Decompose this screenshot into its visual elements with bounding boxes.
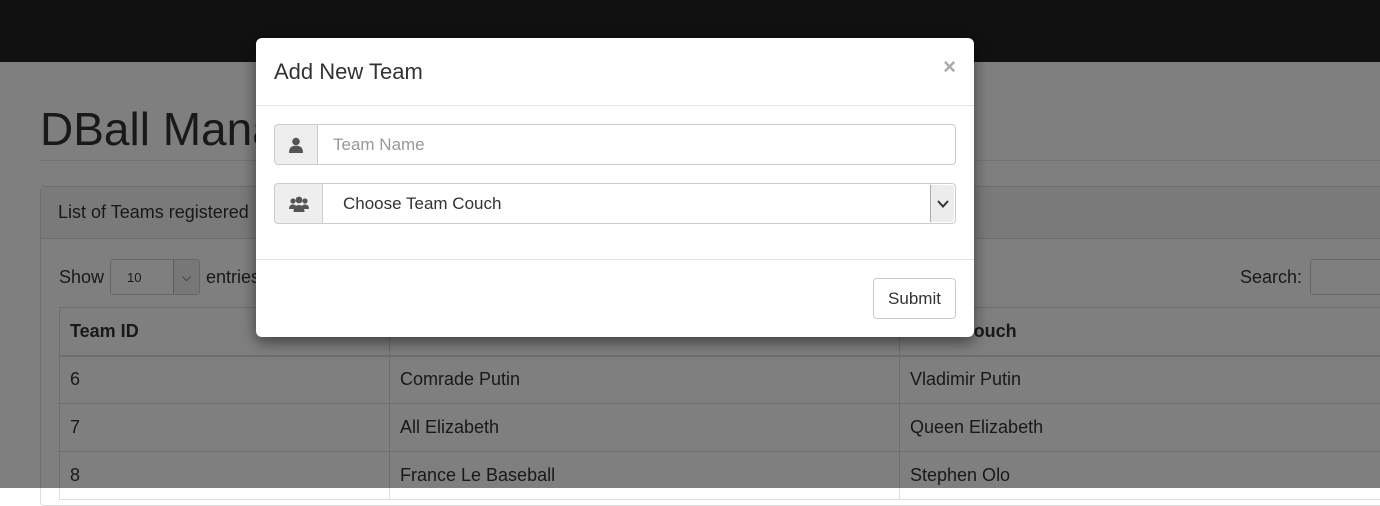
close-button[interactable]: ×	[943, 54, 956, 80]
users-icon	[274, 183, 323, 224]
submit-button[interactable]: Submit	[873, 278, 956, 319]
add-team-modal: Add New Team × Team Name Choose Team Cou…	[256, 38, 974, 337]
modal-footer-divider	[256, 259, 974, 260]
team-couch-group: Choose Team Couch	[274, 183, 956, 224]
modal-header: Add New Team ×	[256, 38, 974, 106]
chevron-down-icon	[930, 185, 954, 222]
team-couch-select[interactable]: Choose Team Couch	[323, 183, 956, 224]
team-couch-select-value: Choose Team Couch	[343, 194, 501, 214]
team-name-group: Team Name	[274, 124, 956, 165]
team-name-input[interactable]: Team Name	[318, 124, 956, 165]
modal-title: Add New Team	[274, 59, 423, 85]
user-icon	[274, 124, 318, 165]
